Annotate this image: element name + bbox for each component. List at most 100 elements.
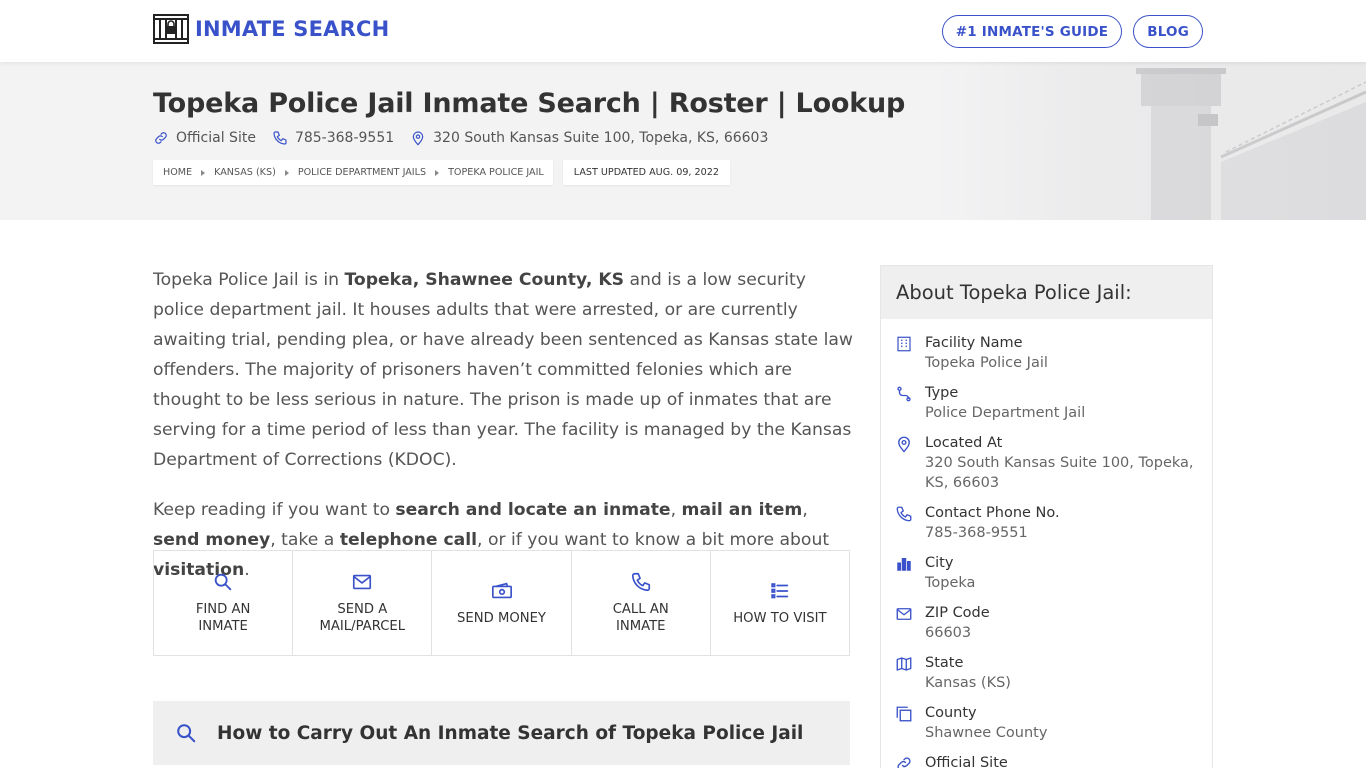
how-to-visit-label: HOW TO VISIT [733,610,827,626]
intro-text-span: , [802,500,808,520]
mail-icon [896,608,912,620]
breadcrumb-trail: HOME KANSAS (KS) POLICE DEPARTMENT JAILS… [153,160,553,185]
action-label-line: CALL AN [612,602,669,617]
location-highlight: Topeka, Shawnee County, KS [344,270,625,290]
fact-value: Shawnee County [925,725,1048,741]
search-inmate-highlight: search and locate an inmate [395,500,671,520]
link-icon [897,757,911,768]
breadcrumb-separator-icon [284,169,289,176]
building-icon [897,336,911,352]
action-label-line: INMATE [615,619,666,634]
fact-value: 66603 [925,625,972,641]
fact-label[interactable]: Official Site [925,753,1008,768]
send-money-highlight: send money [153,530,271,550]
action-label-line: SEND A [337,602,388,617]
fact-official-site: Official Site [895,753,1212,768]
fact-label: County [925,705,977,721]
site-logo[interactable]: INMATE SEARCH [153,14,389,44]
fact-state: State Kansas (KS) [895,653,1212,693]
breadcrumb: HOME KANSAS (KS) POLICE DEPARTMENT JAILS… [153,160,730,185]
send-money-label: SEND MONEY [457,610,546,626]
official-site-link[interactable]: Official Site [153,130,256,146]
find-inmate-button[interactable]: FIND AN INMATE [154,551,294,655]
facility-meta: Official Site 785-368-9551 320 South Kan… [153,130,768,146]
breadcrumb-current[interactable]: TOPEKA POLICE JAIL [448,167,544,178]
phone-icon [273,131,287,145]
send-money-button[interactable]: SEND MONEY [432,551,572,655]
find-inmate-label: FIND AN INMATE [196,601,251,635]
jail-logo-icon [153,14,189,44]
fact-value: Topeka Police Jail [925,355,1048,371]
intro-text-span: Topeka Police Jail is in [153,270,345,290]
fact-facility-name: Facility Name Topeka Police Jail [895,333,1212,373]
address-text: 320 South Kansas Suite 100, Topeka, KS, … [433,130,769,146]
search-icon [214,573,232,591]
intro-text-span: Keep reading if you want to [153,500,396,520]
phone-icon [631,572,650,592]
breadcrumb-separator-icon [435,169,440,176]
fact-label: ZIP Code [925,605,990,621]
action-label-line: INMATE [198,619,248,634]
money-icon [491,582,512,598]
fact-value: 785-368-9551 [925,525,1028,541]
action-label-line: FIND AN [195,602,251,617]
facility-facts: Facility Name Topeka Police Jail Type Poli… [881,319,1212,768]
fact-type: Type Police Department Jail [895,383,1212,423]
section-heading: How to Carry Out An Inmate Search of Top… [217,722,804,744]
address-link[interactable]: 320 South Kansas Suite 100, Topeka, KS, … [410,130,768,146]
fact-label: City [925,555,954,571]
telephone-call-highlight: telephone call [339,530,478,550]
fact-label: Facility Name [925,335,1023,351]
breadcrumb-separator-icon [201,169,206,176]
breadcrumb-state[interactable]: KANSAS (KS) [214,167,276,178]
page-hero: Topeka Police Jail Inmate Search | Roste… [0,62,1366,220]
prison-tower-illustration [936,62,1366,220]
map-pin-icon [898,436,910,453]
breadcrumb-category[interactable]: POLICE DEPARTMENT JAILS [298,167,426,178]
intro-text-span: and is a low security police department … [153,270,853,470]
copy-icon [896,706,912,722]
logo-text: INMATE SEARCH [195,17,390,41]
phone-icon [896,506,912,522]
fact-county: County Shawnee County [895,703,1212,743]
call-inmate-button[interactable]: CALL AN INMATE [572,551,711,655]
header-nav: #1 INMATE'S GUIDE BLOG [941,15,1203,48]
phone-link[interactable]: 785-368-9551 [272,130,394,146]
breadcrumb-home[interactable]: HOME [163,167,192,178]
call-inmate-label: CALL AN INMATE [613,601,669,635]
city-icon [897,558,911,571]
quick-actions: FIND AN INMATE SEND A MAIL/PARCEL SEND MON… [153,550,850,656]
inmate-search-section-header: How to Carry Out An Inmate Search of Top… [153,701,850,765]
last-updated-badge: LAST UPDATED AUG. 09, 2022 [562,160,730,185]
fact-label: Located At [925,435,1003,451]
fact-zip-code: ZIP Code 66603 [895,603,1212,643]
fact-contact-phone: Contact Phone No. 785-368-9551 [895,503,1212,543]
fact-label: Contact Phone No. [925,505,1060,521]
page-title: Topeka Police Jail Inmate Search | Roste… [153,88,906,119]
send-mail-label: SEND A MAIL/PARCEL [320,601,406,635]
send-mail-button[interactable]: SEND A MAIL/PARCEL [293,551,433,655]
facility-info-panel: About Topeka Police Jail: Facility Name T… [880,265,1213,768]
top-navigation-bar: INMATE SEARCH #1 INMATE'S GUIDE BLOG [0,0,1366,62]
fact-value: Topeka [925,575,976,591]
inmates-guide-link[interactable]: #1 INMATE'S GUIDE [941,15,1123,48]
fact-label: State [925,655,964,671]
search-icon [177,724,196,743]
how-to-visit-button[interactable]: HOW TO VISIT [711,551,849,655]
intro-text-span: , or if you want to know a bit more abou… [477,530,830,550]
list-icon [771,582,789,598]
fact-value: Kansas (KS) [925,675,1011,691]
official-site-label: Official Site [176,130,256,146]
fact-located-at: Located At 320 South Kansas Suite 100, To… [895,433,1212,493]
fact-value: Police Department Jail [925,405,1086,421]
intro-paragraph-1: Topeka Police Jail is in Topeka, Shawnee… [153,265,853,475]
map-icon [896,657,912,671]
blog-link[interactable]: BLOG [1133,15,1203,48]
intro-text-span: , [670,500,682,520]
fact-value: 320 South Kansas Suite 100, Topeka, KS, … [925,455,1194,491]
mail-icon [353,574,372,590]
map-pin-icon [412,131,424,146]
fact-label: Type [925,385,959,401]
fact-city: City Topeka [895,553,1212,593]
mail-item-highlight: mail an item [681,500,803,520]
